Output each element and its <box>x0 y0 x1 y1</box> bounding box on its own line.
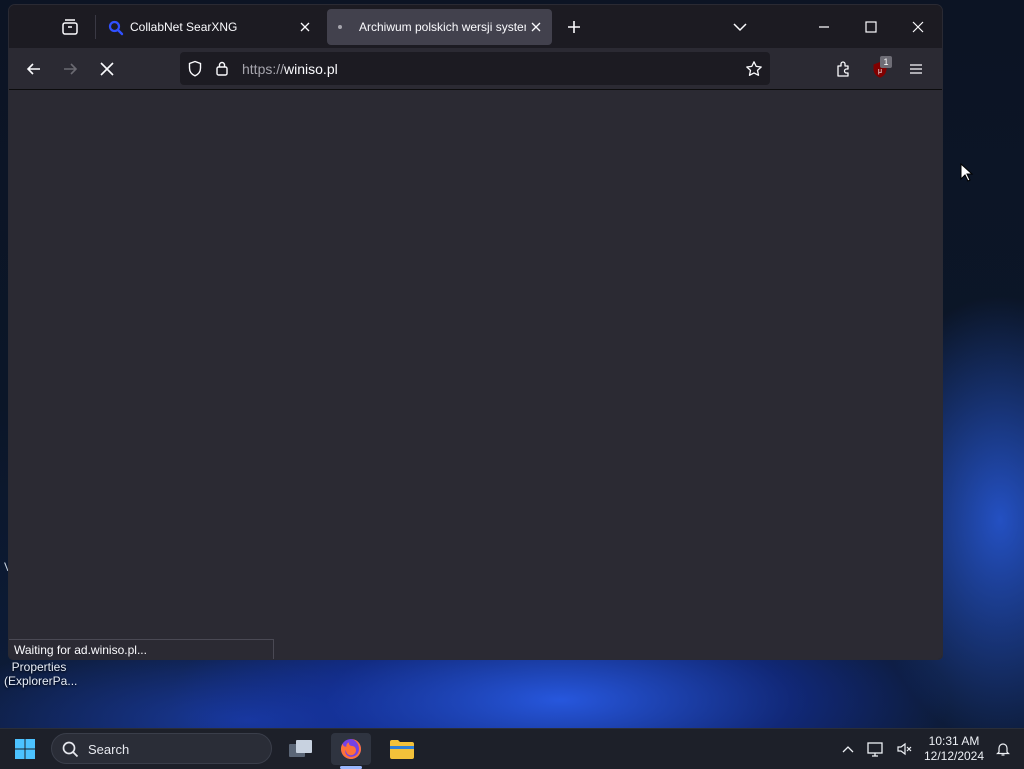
plus-icon <box>568 21 580 33</box>
stop-loading-button[interactable] <box>97 59 117 79</box>
close-icon <box>912 21 924 33</box>
search-label: Search <box>88 742 130 757</box>
folder-icon <box>390 740 414 759</box>
firefox-view-icon <box>62 19 78 35</box>
volume-muted-tray[interactable] <box>895 739 915 759</box>
bell-icon <box>996 743 1010 756</box>
tab-bar: CollabNet SearXNG Archiwum polskich wers… <box>9 5 942 48</box>
monitor-icon <box>867 742 883 757</box>
back-button[interactable] <box>24 59 44 79</box>
system-clock[interactable]: 10:31 AM 12/12/2024 <box>920 734 988 764</box>
start-button[interactable] <box>5 733 45 765</box>
app-menu-button[interactable] <box>906 59 926 79</box>
network-display-tray[interactable] <box>866 739 886 759</box>
url-bar[interactable]: https://winiso.pl <box>180 52 770 85</box>
windows-logo-icon <box>15 739 35 759</box>
close-window-button[interactable] <box>908 17 928 37</box>
chevron-up-icon <box>842 746 854 753</box>
notifications-button[interactable] <box>993 739 1013 759</box>
taskbar-firefox[interactable] <box>331 733 371 765</box>
search-icon <box>62 741 79 758</box>
url-text[interactable]: https://winiso.pl <box>242 61 338 77</box>
desktop-icon-label[interactable]: Properties (ExplorerPa... <box>4 660 77 688</box>
minimize-button[interactable] <box>814 17 834 37</box>
list-all-tabs-button[interactable] <box>730 17 750 37</box>
arrow-left-icon <box>26 63 40 75</box>
search-favicon-icon <box>108 20 124 36</box>
task-view-icon <box>289 740 312 757</box>
tab-winiso[interactable]: Archiwum polskich wersji systemów Window… <box>327 9 552 45</box>
extensions-button[interactable] <box>834 59 854 79</box>
forward-button[interactable] <box>60 59 80 79</box>
loading-dot-icon <box>338 25 342 29</box>
mouse-cursor-icon <box>960 162 974 188</box>
taskbar: Search 10:31 AM 12/12/2024 <box>0 728 1024 769</box>
tab-title: CollabNet SearXNG <box>130 20 238 34</box>
page-content[interactable] <box>9 90 942 659</box>
clock-date: 12/12/2024 <box>923 749 985 763</box>
close-tab-icon[interactable] <box>528 19 544 35</box>
tab-title: Archiwum polskich wersji systemów Window… <box>359 20 526 34</box>
tab-searxng[interactable]: CollabNet SearXNG <box>101 9 321 45</box>
arrow-right-icon <box>64 63 78 75</box>
stop-icon <box>100 62 114 76</box>
new-tab-button[interactable] <box>564 17 584 37</box>
taskbar-file-explorer[interactable] <box>382 733 422 765</box>
browser-window: CollabNet SearXNG Archiwum polskich wers… <box>9 5 942 659</box>
taskbar-search-box[interactable]: Search <box>51 733 272 764</box>
hamburger-menu-icon <box>910 64 922 74</box>
clock-time: 10:31 AM <box>928 734 980 748</box>
chevron-down-icon <box>733 23 747 32</box>
task-view-button[interactable] <box>281 733 321 765</box>
minimize-icon <box>819 26 829 28</box>
puzzle-icon <box>837 61 849 77</box>
shield-icon[interactable] <box>187 60 203 82</box>
close-tab-icon[interactable] <box>297 19 313 35</box>
tab-separator <box>95 15 96 39</box>
status-panel: Waiting for ad.winiso.pl... <box>9 639 274 659</box>
extension-badge: 1 <box>880 56 892 68</box>
star-bookmark-icon[interactable] <box>745 60 763 83</box>
firefox-view-button[interactable] <box>59 17 81 37</box>
navigation-toolbar: https://winiso.pl μ 1 <box>9 48 942 90</box>
maximize-button[interactable] <box>861 17 881 37</box>
speaker-muted-icon <box>897 742 912 756</box>
svg-text:μ: μ <box>878 68 882 75</box>
maximize-icon <box>865 21 877 33</box>
firefox-icon <box>341 739 361 759</box>
lock-icon[interactable] <box>215 60 229 82</box>
show-hidden-icons-button[interactable] <box>838 739 858 759</box>
